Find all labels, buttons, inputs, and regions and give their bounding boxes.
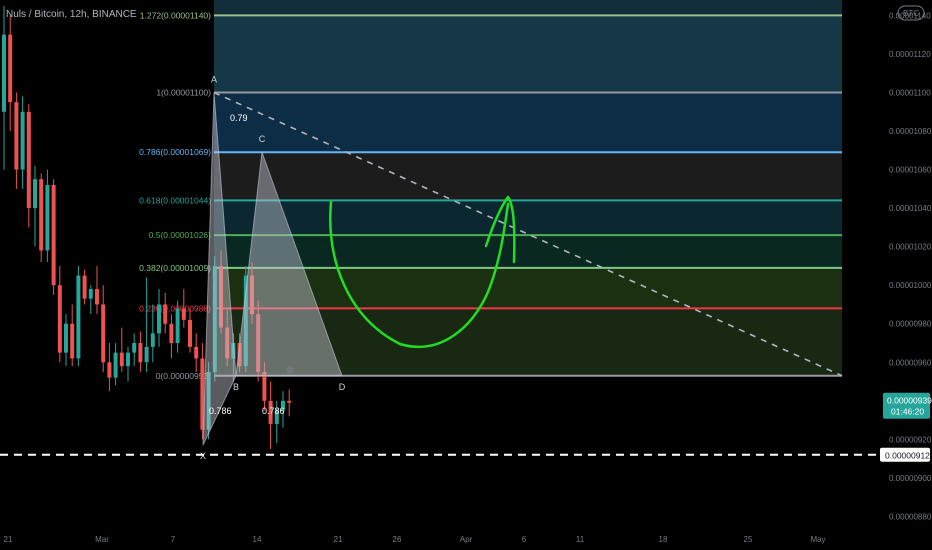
fib-band [214, 152, 842, 201]
y-tick-label: 0.00001020 [889, 243, 932, 252]
candle-body [95, 289, 99, 305]
candle-body [175, 308, 180, 344]
candle-body [126, 352, 130, 367]
fib-level-label: 0.786(0.00001069) [139, 147, 211, 157]
ratio-label: 0.79 [230, 113, 248, 123]
candle-body [14, 102, 19, 170]
harmonic-handle[interactable] [286, 365, 294, 374]
y-tick-label: 0.00001000 [889, 281, 932, 290]
candle-body [163, 304, 168, 324]
candle-body [82, 275, 87, 299]
fib-band [214, 15, 842, 93]
candle-body [107, 362, 112, 378]
candle-body [287, 400, 292, 403]
y-tick-label: 0.00001040 [889, 204, 932, 213]
fib-level-label: 0.5(0.00001026) [149, 230, 212, 240]
y-tick-label: 0.00001080 [889, 127, 932, 136]
harmonic-point-label: B [233, 382, 239, 392]
x-tick-label: 21 [334, 535, 343, 544]
candle-body [45, 184, 50, 251]
x-tick-label: Apr [460, 535, 473, 544]
y-tick-label: 0.00001120 [889, 50, 931, 59]
fib-level-label: 1(0.00001100) [156, 87, 211, 97]
last-price-label: 0.00000939 [887, 396, 932, 406]
y-tick-label: 0.00000920 [889, 435, 932, 444]
harmonic-point-label: A [211, 74, 217, 84]
fib-level-label: 0.618(0.00001044) [139, 195, 211, 205]
candle-body [51, 184, 56, 286]
currency-badge-label: BTC [903, 9, 919, 18]
harmonic-point-label: X [200, 451, 206, 461]
chart-canvas[interactable]: 1.272(0.00001140) 1(0.00001100) 0.786(0.00… [0, 0, 932, 550]
x-tick-label: 11 [576, 535, 585, 544]
candle-body [8, 34, 13, 103]
x-tick-label: 25 [744, 535, 753, 544]
candle-body [2, 34, 6, 112]
x-tick-label: 6 [522, 535, 527, 544]
candle-body [132, 343, 137, 353]
x-tick-label: Mar [95, 535, 109, 544]
ratio-label: 0.786 [262, 406, 285, 416]
x-tick-label: 26 [393, 535, 402, 544]
x-tick-label: 14 [253, 535, 262, 544]
candle-body [88, 289, 93, 299]
x-tick-label: May [810, 535, 825, 544]
candle-body [150, 333, 155, 347]
candle-body [138, 343, 143, 363]
candle-body [70, 323, 75, 359]
candle-body [33, 179, 37, 209]
candle-body [101, 304, 106, 363]
y-tick-label: 0.00000900 [889, 474, 932, 483]
y-tick-label: 0.00001100 [889, 88, 931, 97]
y-tick-label: 0.00000880 [889, 512, 932, 521]
fib-band [214, 235, 842, 268]
harmonic-point-label: C [259, 134, 266, 144]
candle-body [169, 323, 174, 344]
x-tick-label: 21 [4, 535, 13, 544]
candle-body [157, 304, 161, 334]
candle-body [181, 308, 186, 320]
fib-band [214, 0, 842, 16]
harmonic-point-label: D [339, 382, 346, 392]
candle-body [76, 275, 81, 359]
candle-body [113, 352, 118, 378]
fib-band [214, 92, 842, 153]
fib-band [214, 200, 842, 236]
x-tick-label: 18 [659, 535, 668, 544]
candle-body [144, 346, 149, 363]
chart-title: Nuls / Bitcoin, 12h, BINANCE [6, 9, 137, 20]
candle-body [57, 285, 62, 353]
y-tick-label: 0.00000980 [889, 320, 932, 329]
candle-body [188, 319, 192, 347]
candle-body [119, 352, 124, 367]
candle-body [194, 346, 199, 359]
x-tick-label: 7 [171, 535, 176, 544]
y-tick-label: 0.00000960 [889, 358, 932, 367]
countdown-label: 01:46:20 [891, 407, 924, 417]
fib-level-label: 1.272(0.00001140) [140, 10, 211, 20]
candle-body [64, 323, 68, 353]
y-tick-label: 0.00001060 [889, 166, 932, 175]
candle-body [26, 111, 31, 209]
fib-level-label: 0.382(0.00001009) [139, 263, 211, 273]
support-price-label: 0.00000912 [885, 450, 930, 460]
candle-body [20, 111, 25, 170]
fib-level-label: 0.236(0.00000988) [139, 303, 211, 313]
candle-body [39, 179, 44, 251]
ratio-label: 0.786 [209, 406, 232, 416]
